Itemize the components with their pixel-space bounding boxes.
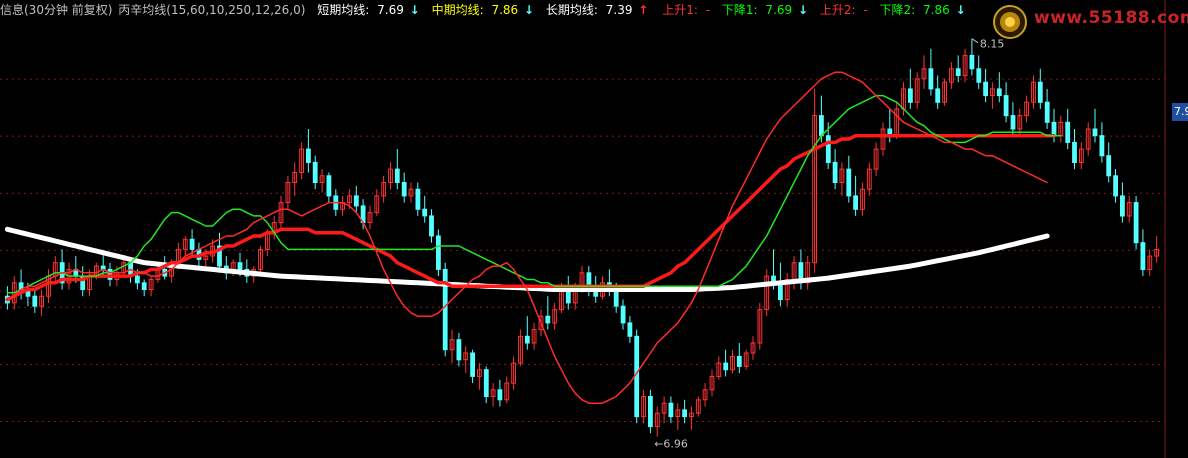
ma-lines [4, 71, 1062, 404]
down2-value: 7.86 [923, 3, 950, 17]
candle-down [1051, 121, 1057, 137]
candle-down [1003, 95, 1009, 117]
annotations: 8.15←6.96 [654, 38, 1004, 451]
mid-ma-value: 7.86 [491, 3, 519, 17]
gridlines [0, 0, 1166, 458]
candle-down [394, 168, 400, 184]
candle-down [1106, 155, 1112, 177]
candle-down [141, 282, 147, 290]
candle-down [832, 161, 838, 183]
candle-down [682, 409, 688, 418]
candle-down [976, 68, 982, 83]
up2-value: - [863, 3, 868, 17]
candle-down [326, 175, 332, 197]
watermark-text: www.55188.com [1034, 8, 1188, 28]
candle-down [483, 369, 489, 398]
candle-down [1037, 81, 1043, 103]
candle-down [32, 295, 38, 307]
indicator-header: 信息(30分钟 前复权) 丙辛均线(15,60,10,250,12,26,0) … [0, 0, 1000, 20]
site-watermark: www.55188.com [990, 4, 1188, 40]
candle-down [627, 322, 633, 337]
arrow-down-icon: ↓ [797, 3, 808, 17]
candle-down [422, 208, 428, 217]
arrow-down-icon: ↓ [523, 3, 535, 17]
candle-down [736, 355, 742, 367]
candle-down [620, 305, 626, 324]
candle-down [1065, 121, 1071, 143]
high-marker [971, 38, 979, 44]
candle-down [908, 88, 913, 103]
down1-value: 7.69 [765, 3, 793, 17]
candle-down [1120, 195, 1125, 217]
current-price-tag: 7.9 [1172, 103, 1188, 121]
candle-down [648, 396, 653, 428]
candle-down [825, 135, 831, 163]
candle-down [401, 182, 407, 197]
candle-down [312, 161, 318, 183]
candle-down [1140, 242, 1146, 270]
short-ma-value: 7.69 [377, 3, 404, 17]
candle-down [846, 168, 852, 197]
long-ma-label: 长期均线: [545, 3, 598, 17]
candle-down [1010, 115, 1016, 130]
candle-down [723, 362, 729, 371]
candle-down [353, 195, 359, 207]
candle-down [853, 195, 859, 210]
candlestick-chart: 8.15←6.96 [0, 0, 1166, 458]
arrow-down-icon: ↓ [955, 3, 966, 17]
candle-down [935, 88, 941, 103]
low-label: ←6.96 [654, 438, 688, 451]
candle-down [497, 389, 503, 401]
site-logo-icon [993, 5, 1027, 39]
long-ma-value: 7.39 [605, 3, 633, 17]
candle-down [1072, 141, 1077, 163]
candle-down [634, 335, 640, 418]
candle-down [928, 68, 934, 90]
candle-down [237, 262, 243, 270]
up2-label: 上升2: [819, 3, 856, 17]
mid-ma-label: 中期均线: [431, 3, 484, 17]
candle-down [983, 81, 989, 97]
candle-down [668, 402, 674, 418]
ma-line-ma250 [4, 226, 1050, 292]
candle-down [1044, 101, 1050, 123]
candle-down [1099, 135, 1105, 157]
candle-down [415, 188, 421, 210]
candle-down [1092, 128, 1098, 137]
candle-down [545, 315, 551, 324]
arrow-up-icon: ↑ [638, 3, 649, 17]
arrow-down-icon: ↓ [409, 3, 420, 17]
candle-down [524, 335, 530, 344]
candle-down [955, 68, 961, 77]
candle-down [613, 289, 619, 307]
candle-down [996, 88, 1002, 97]
ma-line-短期均线 [6, 71, 1048, 404]
candle-down [429, 215, 434, 237]
candle-down [1133, 202, 1139, 244]
candle-down [470, 352, 476, 377]
candle-down [819, 115, 824, 137]
down2-label: 下降2: [879, 3, 916, 17]
chart-period-label: 信息(30分钟 前复权) [0, 3, 113, 17]
up1-value: - [705, 3, 711, 17]
indicator-name: 丙辛均线(15,60,10,250,12,26,0) [118, 3, 306, 17]
down1-label: 下降1: [721, 3, 758, 17]
short-ma-label: 短期均线: [317, 3, 370, 17]
candle-down [135, 275, 140, 284]
candle-down [1113, 175, 1118, 197]
candle-down [436, 235, 441, 270]
candle-down [189, 238, 195, 250]
up1-label: 上升1: [662, 3, 698, 17]
candle-down [306, 148, 311, 164]
candles [5, 38, 1159, 437]
candle-down [969, 54, 975, 70]
candle-down [456, 339, 462, 361]
